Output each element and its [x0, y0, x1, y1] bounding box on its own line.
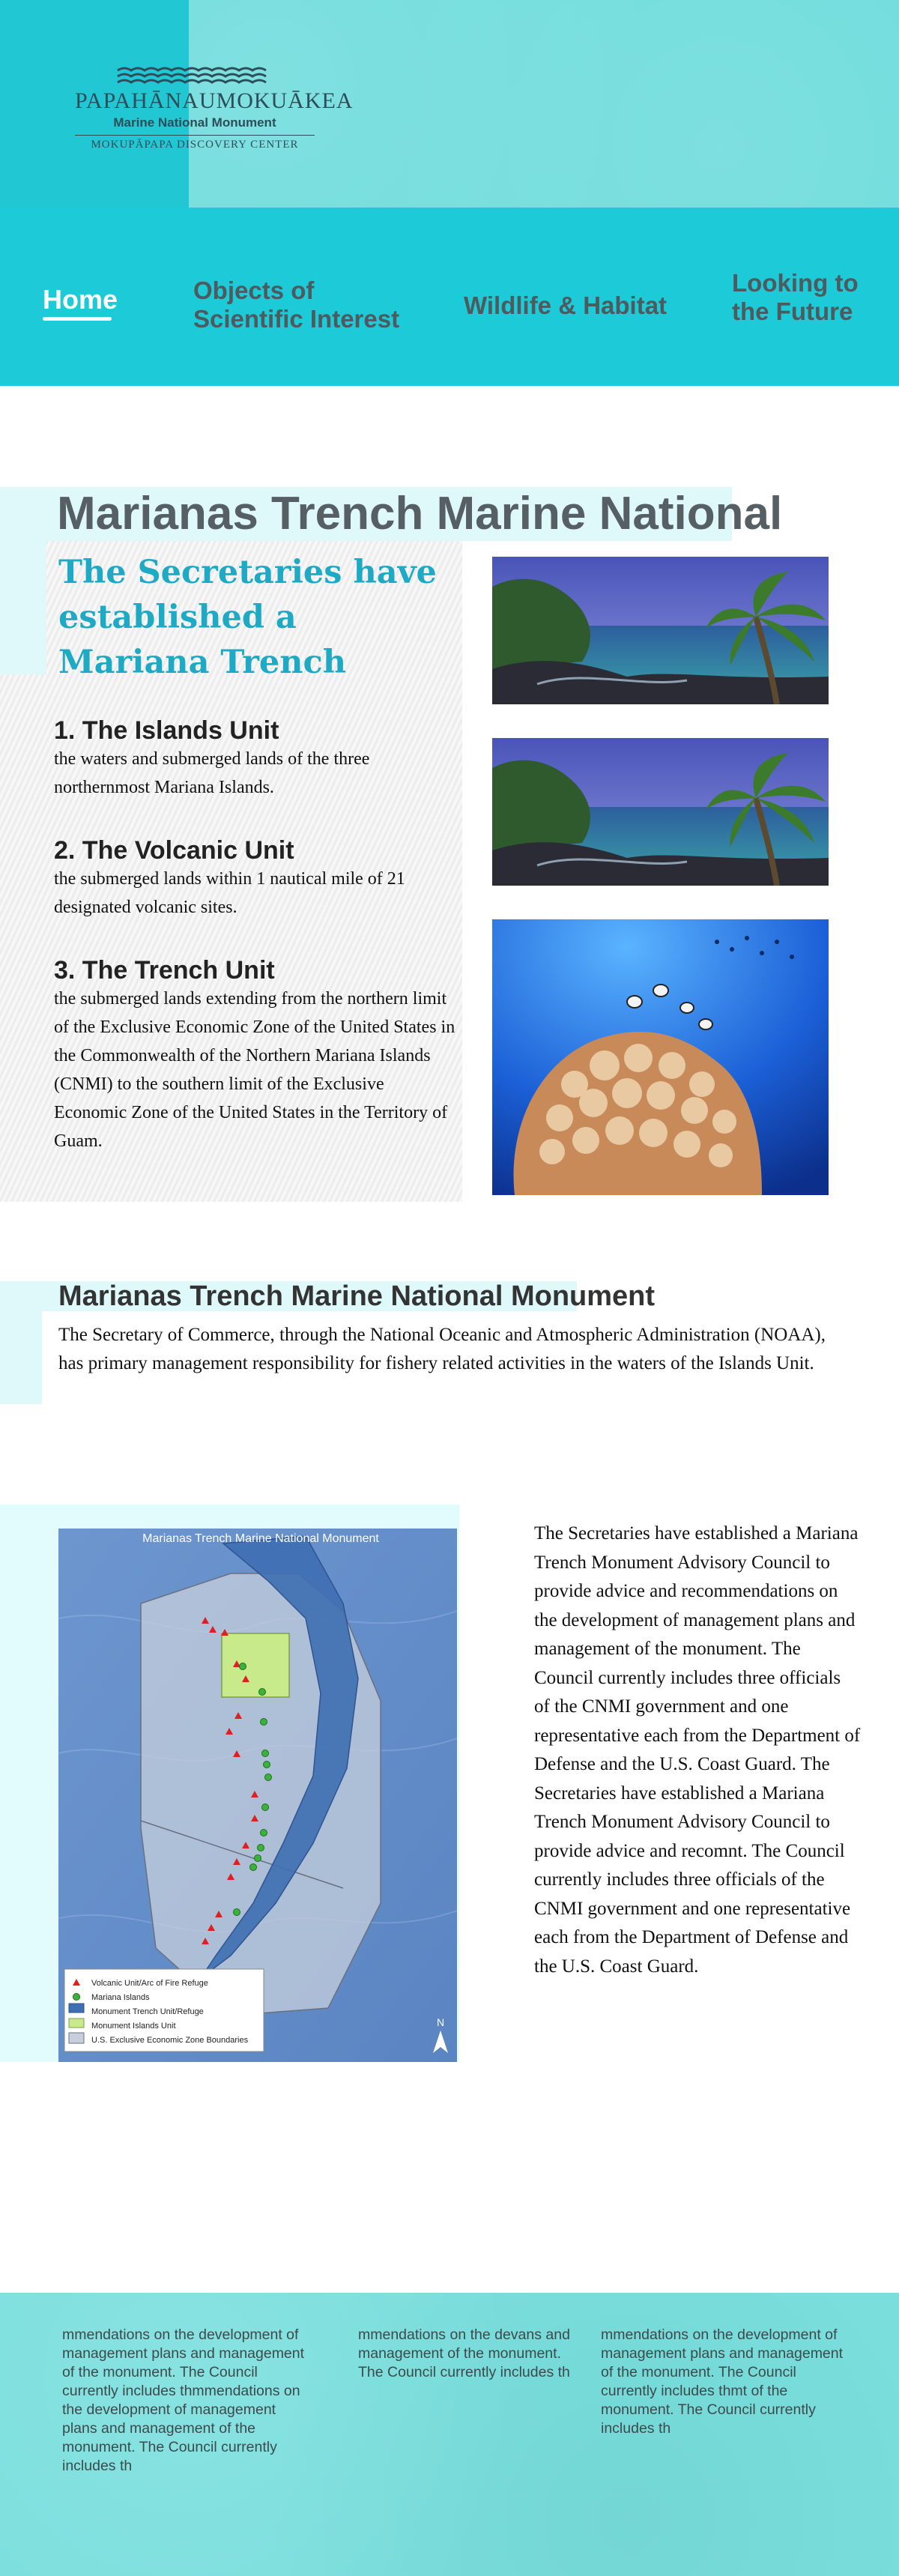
main-nav: Home Objects of Scientific Interest Wild…	[0, 208, 899, 386]
legend-volcanic: Volcanic Unit/Arc of Fire Refuge	[91, 1979, 208, 1988]
logo-center-name: MOKUPĀPAPA DISCOVERY CENTER	[91, 139, 299, 151]
trench-unit-heading: 3. The Trench Unit	[54, 956, 275, 985]
map-legend: Volcanic Unit/Arc of Fire Refuge Mariana…	[64, 1968, 264, 2052]
page-title: Marianas Trench Marine National	[57, 488, 783, 539]
north-label: N	[437, 2016, 444, 2028]
title-side-accent	[0, 541, 46, 674]
islands-unit-area	[221, 1633, 290, 1698]
legend-islands: Mariana Islands	[91, 1993, 150, 2002]
nav-wildlife-habitat[interactable]: Wildlife & Habitat	[464, 291, 667, 320]
nav-objects-of-scientific-interest[interactable]: Objects of Scientific Interest	[193, 276, 418, 333]
volcanic-unit-text: the submerged lands within 1 nautical mi…	[54, 869, 405, 917]
footer-column-3: mmendations on the development of manage…	[601, 2326, 844, 2437]
islands-unit-heading: 1. The Islands Unit	[54, 716, 279, 745]
legend-eez: U.S. Exclusive Economic Zone Boundaries	[91, 2036, 249, 2045]
islands-unit-text: the waters and submerged lands of the th…	[54, 749, 370, 797]
site-logo[interactable]: PAPAHĀNAUMOKUĀKEA Marine National Monume…	[75, 66, 354, 151]
section-subtitle: The Secretaries have established a Maria…	[58, 554, 437, 681]
legend-trench: Monument Trench Unit/Refuge	[91, 2007, 204, 2016]
legend-islands-unit: Monument Islands Unit	[91, 2022, 176, 2031]
volcanic-unit-heading: 2. The Volcanic Unit	[54, 836, 294, 865]
nav-home[interactable]: Home	[43, 285, 118, 314]
logo-subtitle: Marine National Monument	[113, 115, 276, 130]
waves-icon	[117, 67, 267, 84]
coast-palm-image-2	[492, 738, 829, 886]
logo-name: PAPAHĀNAUMOKUĀKEA	[75, 88, 354, 113]
monument-map: Marianas Trench Marine National Monument…	[58, 1529, 457, 2062]
footer-column-1: mmendations on the development of manage…	[62, 2326, 305, 2474]
noaa-paragraph: The Secretary of Commerce, through the N…	[58, 1325, 826, 1373]
nav-looking-to-the-future[interactable]: Looking to the Future	[732, 269, 882, 326]
footer-column-2: mmendations on the devans and management…	[358, 2326, 570, 2380]
logo-divider	[75, 135, 315, 136]
subtitle-side-accent	[0, 1311, 42, 1404]
coral-reef-image	[492, 919, 829, 1195]
trench-unit-text: the submerged lands extending from the n…	[54, 989, 455, 1151]
monument-heading: Marianas Trench Marine National Monument	[58, 1281, 656, 1312]
advisory-council-paragraph: The Secretaries have established a Maria…	[534, 1523, 861, 1977]
nav-active-indicator	[43, 317, 112, 321]
map-title: Marianas Trench Marine National Monument	[142, 1532, 379, 1545]
coast-palm-image-1	[492, 557, 829, 704]
